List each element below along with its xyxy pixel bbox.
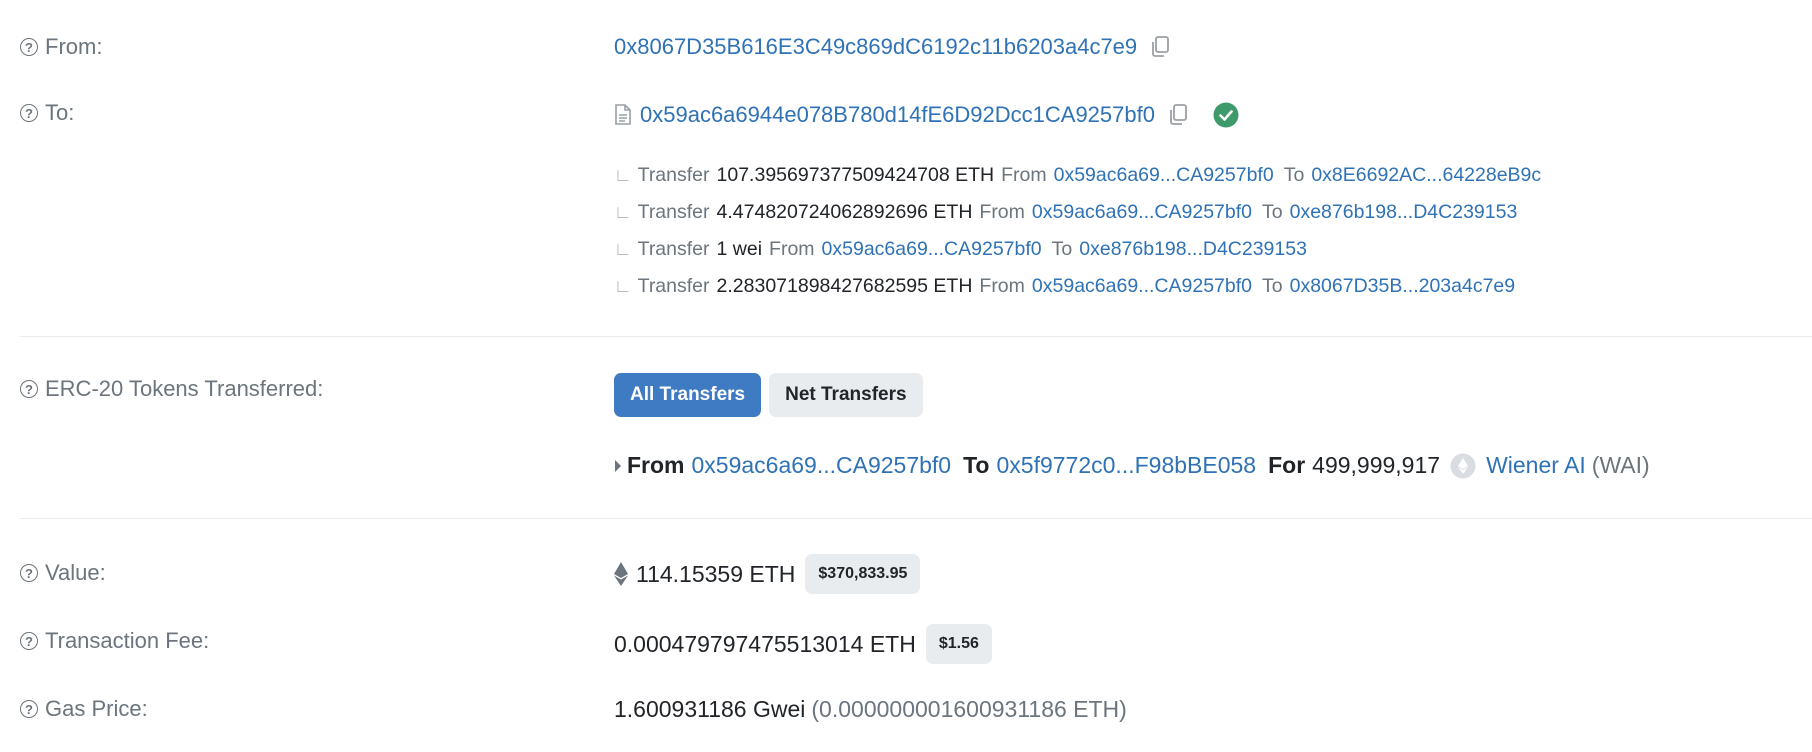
internal-transfer-row: ∟ Transfer 4.474820724062892696 ETH From… bbox=[614, 201, 1527, 224]
value-label: Value: bbox=[45, 560, 106, 585]
token-name-link[interactable]: Wiener AI bbox=[1486, 452, 1586, 479]
token-logo-icon bbox=[1450, 453, 1476, 479]
to-word: To bbox=[963, 452, 990, 478]
erc20-label-wrap: ? ERC-20 Tokens Transferred: bbox=[20, 376, 323, 402]
fee-amount: 0.000479797475513014 ETH bbox=[614, 630, 916, 657]
to-value: 0x59ac6a6944e078B780d14fE6D92Dcc1CA9257b… bbox=[614, 102, 1239, 128]
branch-icon: ∟ bbox=[614, 202, 632, 222]
branch-icon: ∟ bbox=[614, 276, 632, 296]
transfer-to-link[interactable]: 0x8067D35B...203a4c7e9 bbox=[1290, 275, 1516, 298]
to-word: To bbox=[1051, 238, 1073, 260]
erc20-label: ERC-20 Tokens Transferred: bbox=[45, 376, 324, 401]
section-divider bbox=[20, 336, 1812, 337]
transfer-word: Transfer bbox=[637, 275, 710, 297]
token-amount: 499,999,917 bbox=[1312, 452, 1441, 478]
help-circle-icon[interactable]: ? bbox=[20, 564, 38, 582]
erc20-tabs: All Transfers Net Transfers bbox=[614, 373, 931, 417]
transfer-to-link[interactable]: 0xe876b198...D4C239153 bbox=[1079, 238, 1307, 261]
to-word: To bbox=[1262, 275, 1283, 297]
gas-eth: (0.000000001600931186 ETH) bbox=[811, 696, 1127, 722]
transfer-from-link[interactable]: 0x59ac6a69...CA9257bf0 bbox=[1032, 275, 1252, 298]
to-address-link[interactable]: 0x59ac6a6944e078B780d14fE6D92Dcc1CA9257b… bbox=[640, 102, 1155, 128]
internal-transfer-row: ∟ Transfer 1 wei From 0x59ac6a69...CA925… bbox=[614, 238, 1317, 261]
gas-label-wrap: ? Gas Price: bbox=[20, 696, 148, 722]
transfer-amount: 1 wei bbox=[716, 238, 763, 260]
ethereum-icon bbox=[614, 562, 628, 586]
branch-icon: ∟ bbox=[614, 239, 632, 259]
value-data: 114.15359 ETH $370,833.95 bbox=[614, 554, 921, 594]
fee-label: Transaction Fee: bbox=[45, 628, 210, 653]
copy-icon[interactable] bbox=[1149, 35, 1171, 59]
section-divider bbox=[20, 518, 1812, 519]
all-transfers-tab[interactable]: All Transfers bbox=[614, 373, 762, 417]
token-from-link[interactable]: 0x59ac6a69...CA9257bf0 bbox=[692, 452, 952, 479]
help-circle-icon[interactable]: ? bbox=[20, 380, 38, 398]
transfer-amount: 2.283071898427682595 ETH bbox=[716, 275, 973, 297]
caret-right-icon[interactable] bbox=[614, 459, 622, 473]
internal-transfer-row: ∟ Transfer 107.395697377509424708 ETH Fr… bbox=[614, 164, 1551, 187]
transfer-from-link[interactable]: 0x59ac6a69...CA9257bf0 bbox=[1032, 201, 1252, 224]
token-to-link[interactable]: 0x5f9772c0...F98bBE058 bbox=[997, 452, 1257, 479]
branch-icon: ∟ bbox=[614, 165, 632, 185]
to-row: ? To: 0x59ac6a6944e078B780d14fE6D92Dcc1C… bbox=[0, 100, 1812, 136]
from-label: From: bbox=[45, 34, 103, 59]
for-word: For bbox=[1268, 452, 1306, 478]
transfer-word: Transfer bbox=[637, 238, 710, 260]
value-row: ? Value: 114.15359 ETH $370,833.95 bbox=[0, 554, 1812, 598]
gas-row: ? Gas Price: 1.600931186 Gwei (0.0000000… bbox=[0, 696, 1812, 732]
gas-data: 1.600931186 Gwei (0.000000001600931186 E… bbox=[614, 696, 1127, 723]
transfer-to-link[interactable]: 0x8E6692AC...64228eB9c bbox=[1311, 164, 1541, 187]
net-transfers-tab[interactable]: Net Transfers bbox=[769, 373, 923, 417]
from-row: ? From: 0x8067D35B616E3C49c869dC6192c11b… bbox=[0, 32, 1812, 68]
to-label: To: bbox=[45, 100, 75, 125]
from-word: From bbox=[979, 201, 1025, 223]
transfer-amount: 4.474820724062892696 ETH bbox=[716, 201, 973, 223]
from-word: From bbox=[627, 452, 685, 478]
transfer-from-link[interactable]: 0x59ac6a69...CA9257bf0 bbox=[1054, 164, 1274, 187]
gas-gwei: 1.600931186 Gwei bbox=[614, 696, 806, 722]
transfer-amount: 107.395697377509424708 ETH bbox=[716, 164, 995, 186]
help-circle-icon[interactable]: ? bbox=[20, 632, 38, 650]
to-word: To bbox=[1283, 164, 1305, 186]
transfer-to-link[interactable]: 0xe876b198...D4C239153 bbox=[1290, 201, 1518, 224]
fee-usd-badge: $1.56 bbox=[925, 624, 992, 664]
fee-row: ? Transaction Fee: 0.000479797475513014 … bbox=[0, 624, 1812, 668]
help-circle-icon[interactable]: ? bbox=[20, 700, 38, 718]
to-label-wrap: ? To: bbox=[20, 100, 74, 126]
from-value: 0x8067D35B616E3C49c869dC6192c11b6203a4c7… bbox=[614, 34, 1171, 60]
value-usd-badge: $370,833.95 bbox=[805, 554, 921, 594]
from-word: From bbox=[1001, 164, 1047, 186]
gas-label: Gas Price: bbox=[45, 696, 148, 721]
transfer-word: Transfer bbox=[637, 201, 710, 223]
help-circle-icon[interactable]: ? bbox=[20, 104, 38, 122]
document-icon bbox=[614, 104, 632, 126]
token-symbol: (WAI) bbox=[1591, 452, 1650, 478]
from-address-link[interactable]: 0x8067D35B616E3C49c869dC6192c11b6203a4c7… bbox=[614, 34, 1137, 60]
transfer-from-link[interactable]: 0x59ac6a69...CA9257bf0 bbox=[822, 238, 1042, 261]
help-circle-icon[interactable]: ? bbox=[20, 38, 38, 56]
check-circle-icon bbox=[1213, 102, 1239, 128]
internal-transfer-row: ∟ Transfer 2.283071898427682595 ETH From… bbox=[614, 275, 1525, 298]
from-word: From bbox=[769, 238, 815, 260]
value-amount: 114.15359 ETH bbox=[636, 560, 796, 587]
copy-icon[interactable] bbox=[1167, 103, 1189, 127]
to-word: To bbox=[1262, 201, 1283, 223]
fee-label-wrap: ? Transaction Fee: bbox=[20, 628, 209, 654]
value-label-wrap: ? Value: bbox=[20, 560, 106, 586]
fee-data: 0.000479797475513014 ETH $1.56 bbox=[614, 624, 992, 664]
token-transfer-row: From 0x59ac6a69...CA9257bf0 To 0x5f9772c… bbox=[614, 452, 1650, 479]
transfer-word: Transfer bbox=[637, 164, 710, 186]
from-label-wrap: ? From: bbox=[20, 34, 102, 60]
from-word: From bbox=[979, 275, 1025, 297]
